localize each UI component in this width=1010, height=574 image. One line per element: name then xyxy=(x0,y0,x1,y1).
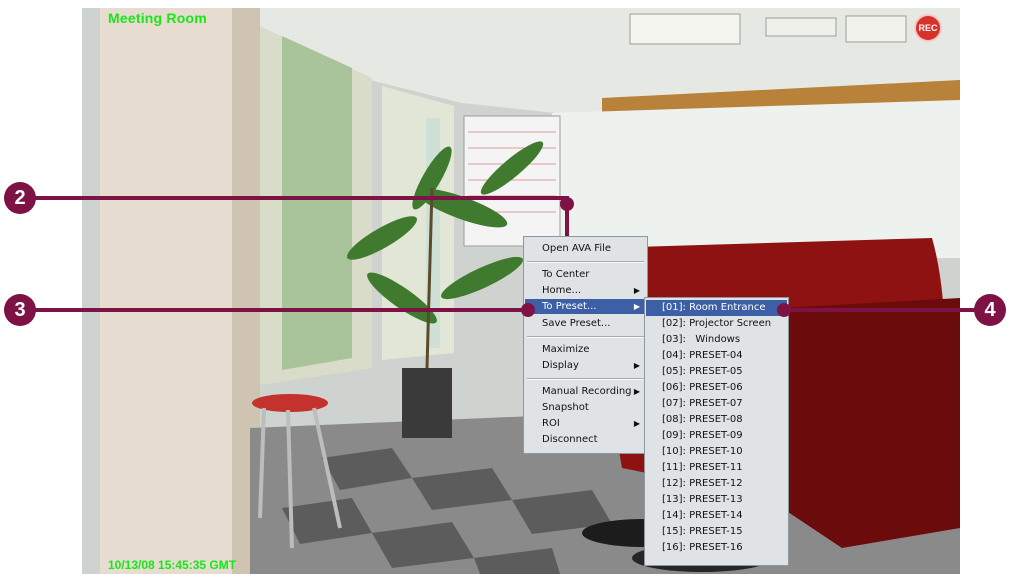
menu-item-to-center[interactable]: To Center xyxy=(525,267,646,282)
preset-submenu: [01]: Room Entrance [02]: Projector Scre… xyxy=(644,297,789,566)
preset-item[interactable]: [06]: PRESET-06 xyxy=(646,380,787,396)
submenu-arrow-icon: ▶ xyxy=(633,387,640,396)
menu-item-maximize[interactable]: Maximize xyxy=(525,342,646,357)
preset-item[interactable]: [02]: Projector Screen xyxy=(646,316,787,332)
menu-item-roi[interactable]: ROI ▶ xyxy=(525,416,646,431)
menu-item-home[interactable]: Home... ▶ xyxy=(525,283,646,298)
context-menu: Open AVA File To Center Home... ▶ To Pres… xyxy=(523,236,648,454)
camera-view[interactable]: Meeting Room 10/13/08 15:45:35 GMT REC xyxy=(82,8,960,574)
menu-item-disconnect[interactable]: Disconnect xyxy=(525,432,646,447)
callout-4: 4 xyxy=(974,294,1006,326)
preset-item[interactable]: [14]: PRESET-14 xyxy=(646,508,787,524)
submenu-arrow-icon: ▶ xyxy=(633,419,640,428)
menu-separator xyxy=(527,378,644,380)
preset-item[interactable]: [11]: PRESET-11 xyxy=(646,460,787,476)
menu-item-open-ava-file[interactable]: Open AVA File xyxy=(525,241,646,256)
callout-2: 2 xyxy=(4,182,36,214)
callout-3: 3 xyxy=(4,294,36,326)
camera-timestamp: 10/13/08 15:45:35 GMT xyxy=(108,558,237,572)
preset-item[interactable]: [07]: PRESET-07 xyxy=(646,396,787,412)
menu-item-snapshot[interactable]: Snapshot xyxy=(525,400,646,415)
menu-item-save-preset[interactable]: Save Preset... xyxy=(525,316,646,331)
menu-item-to-preset[interactable]: To Preset... ▶ xyxy=(525,299,646,314)
preset-item[interactable]: [12]: PRESET-12 xyxy=(646,476,787,492)
preset-item[interactable]: [15]: PRESET-15 xyxy=(646,524,787,540)
submenu-arrow-icon: ▶ xyxy=(633,361,640,370)
preset-item[interactable]: [04]: PRESET-04 xyxy=(646,348,787,364)
submenu-arrow-icon: ▶ xyxy=(633,286,640,295)
rec-indicator-icon: REC xyxy=(914,14,942,42)
camera-title: Meeting Room xyxy=(108,10,207,26)
menu-item-manual-recording[interactable]: Manual Recording ▶ xyxy=(525,384,646,399)
preset-item[interactable]: [16]: PRESET-16 xyxy=(646,540,787,556)
preset-item[interactable]: [03]: Windows xyxy=(646,332,787,348)
preset-item[interactable]: [08]: PRESET-08 xyxy=(646,412,787,428)
preset-item[interactable]: [05]: PRESET-05 xyxy=(646,364,787,380)
menu-separator xyxy=(527,261,644,263)
preset-item[interactable]: [01]: Room Entrance xyxy=(646,300,787,316)
preset-item[interactable]: [13]: PRESET-13 xyxy=(646,492,787,508)
preset-item[interactable]: [09]: PRESET-09 xyxy=(646,428,787,444)
room-scene-image xyxy=(82,8,960,574)
preset-item[interactable]: [10]: PRESET-10 xyxy=(646,444,787,460)
menu-separator xyxy=(527,336,644,338)
menu-item-display[interactable]: Display ▶ xyxy=(525,358,646,373)
submenu-arrow-icon: ▶ xyxy=(633,302,640,311)
